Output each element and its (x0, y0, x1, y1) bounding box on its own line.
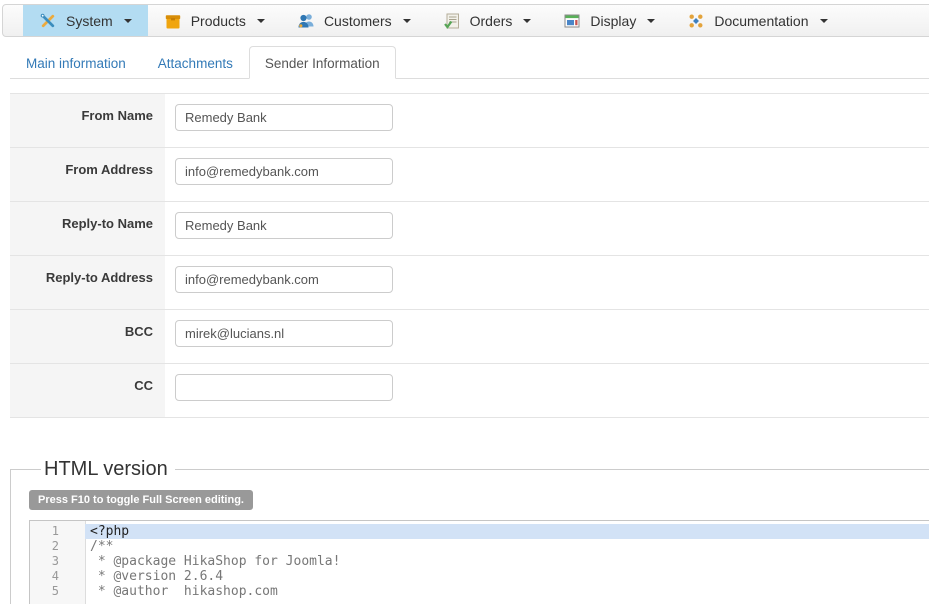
menubar-item-customers[interactable]: Customers (281, 5, 427, 36)
menubar-item-system[interactable]: System (23, 5, 148, 36)
chevron-down-icon (123, 18, 132, 23)
form-row-reply-to-name: Reply-to Name (10, 202, 929, 256)
code-editor[interactable]: 1 <?php 2 /** 3 * @package HikaShop for … (29, 520, 929, 604)
documentation-icon (687, 12, 705, 30)
from-address-input[interactable] (175, 158, 393, 185)
chevron-down-icon (402, 18, 411, 23)
tab-main-information[interactable]: Main information (10, 46, 142, 79)
html-version-fieldset: HTML version Press F10 to toggle Full Sc… (10, 458, 929, 604)
chevron-down-icon (523, 18, 532, 23)
line-number: 3 (51, 554, 59, 568)
code-text: * @version 2.6.4 (90, 569, 224, 584)
line-number: 4 (51, 569, 59, 583)
code-text: * @package HikaShop for Joomla! (90, 554, 341, 569)
monitor-icon (563, 12, 581, 30)
menubar-item-display[interactable]: Display (547, 5, 671, 36)
sender-information-form: From Name From Address Reply-to Name Rep… (10, 93, 929, 418)
menu-label: Customers (323, 12, 392, 29)
form-row-from-address: From Address (10, 148, 929, 202)
chevron-down-icon (256, 18, 265, 23)
reply-to-name-input[interactable] (175, 212, 393, 239)
bcc-label: BCC (10, 310, 165, 363)
line-number: 2 (51, 539, 59, 553)
fullscreen-hint-badge: Press F10 to toggle Full Screen editing. (29, 490, 253, 510)
code-text: * @author hikashop.com (90, 584, 278, 599)
order-list-icon (443, 12, 461, 30)
menubar-item-documentation[interactable]: Documentation (671, 5, 843, 36)
reply-to-address-input[interactable] (175, 266, 393, 293)
bcc-input[interactable] (175, 320, 393, 347)
menubar-item-orders[interactable]: Orders (427, 5, 548, 36)
line-number: 1 (51, 524, 59, 538)
box-icon (164, 12, 182, 30)
code-text: /** (90, 539, 114, 554)
from-name-label: From Name (10, 94, 165, 147)
code-line[interactable]: 5 * @author hikashop.com (30, 584, 929, 599)
tab-attachments[interactable]: Attachments (142, 46, 249, 79)
form-row-reply-to-address: Reply-to Address (10, 256, 929, 310)
code-line[interactable]: 4 * @version 2.6.4 (30, 569, 929, 584)
form-row-bcc: BCC (10, 310, 929, 364)
code-line[interactable]: 2 /** (30, 539, 929, 554)
code-text: <?php (85, 524, 929, 539)
menu-label: Display (590, 12, 637, 29)
tab-sender-information[interactable]: Sender Information (248, 46, 396, 79)
form-row-cc: CC (10, 364, 929, 418)
code-line[interactable]: 3 * @package HikaShop for Joomla! (30, 554, 929, 569)
html-version-legend: HTML version (44, 458, 168, 480)
form-row-from-name: From Name (10, 94, 929, 148)
users-icon (297, 12, 315, 30)
line-number: 5 (51, 584, 59, 598)
reply-to-address-label: Reply-to Address (10, 256, 165, 309)
menu-label: Documentation (714, 12, 809, 29)
menu-label: System (66, 12, 113, 29)
code-line[interactable]: 1 <?php (30, 524, 929, 539)
tools-icon (39, 12, 57, 30)
cc-input[interactable] (175, 374, 393, 401)
main-menubar: System Products Customers Orders Display… (2, 4, 929, 37)
chevron-down-icon (819, 18, 828, 23)
tab-bar: Main information Attachments Sender Info… (10, 46, 929, 79)
menu-label: Orders (469, 12, 513, 29)
menu-label: Products (190, 12, 246, 29)
cc-label: CC (10, 364, 165, 417)
reply-to-name-label: Reply-to Name (10, 202, 165, 255)
chevron-down-icon (647, 18, 656, 23)
menubar-item-products[interactable]: Products (148, 5, 281, 36)
from-address-label: From Address (10, 148, 165, 201)
from-name-input[interactable] (175, 104, 393, 131)
